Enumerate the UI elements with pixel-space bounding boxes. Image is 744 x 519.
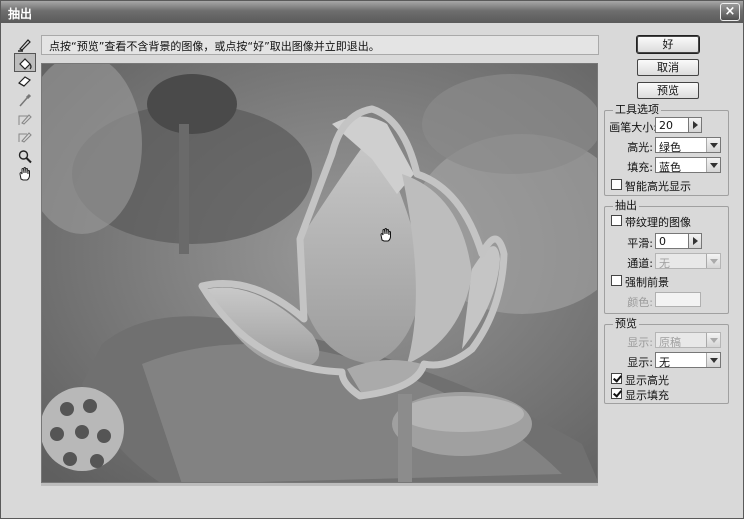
fill-label: 填充:	[627, 161, 653, 174]
show-value: 原稿	[659, 336, 681, 349]
lotus-image	[42, 64, 597, 482]
title-bar[interactable]: 抽出 ×	[1, 1, 743, 23]
highlight-select[interactable]: 绿色	[655, 137, 721, 154]
smooth-spin-button[interactable]	[688, 233, 702, 249]
show-select[interactable]: 原稿	[655, 332, 721, 349]
show-fill-label: 显示填充	[625, 389, 669, 402]
hand-icon	[19, 167, 30, 181]
hint-text: 点按“预览”查看不含背景的图像，或点按“好”取出图像并立即退出。	[41, 35, 599, 55]
extract-dialog: 抽出 × 点按“预览”查看不含背景的图像，或点按“好”取出图像并立即退出。 好 …	[0, 0, 744, 519]
force-foreground-checkbox[interactable]	[611, 275, 622, 286]
show-highlight-label: 显示高光	[625, 374, 669, 387]
close-button[interactable]: ×	[720, 3, 740, 21]
color-swatch[interactable]	[655, 292, 701, 307]
force-foreground-label: 强制前景	[625, 276, 669, 289]
chevron-down-icon	[706, 353, 720, 367]
chevron-down-icon	[706, 158, 720, 172]
display-label: 显示:	[627, 356, 653, 369]
window-title: 抽出	[8, 7, 33, 21]
show-fill-checkbox[interactable]	[611, 388, 622, 399]
smooth-label: 平滑:	[627, 237, 653, 250]
extraction-title: 抽出	[613, 199, 639, 212]
ok-button[interactable]: 好	[637, 36, 699, 53]
channel-value: 无	[659, 257, 670, 270]
smart-highlight-label: 智能高光显示	[625, 180, 691, 193]
eyedropper-tool[interactable]	[14, 91, 36, 110]
brush-size-input[interactable]: 20	[655, 117, 692, 133]
preview-group: 预览 显示: 原稿 显示: 无 显示高光 显示填充	[604, 318, 729, 404]
highlight-label: 高光:	[627, 141, 653, 154]
eraser-tool[interactable]	[14, 71, 36, 90]
preview-canvas[interactable]	[41, 63, 598, 483]
edge-highlighter-tool[interactable]	[14, 35, 36, 54]
smooth-input[interactable]: 0	[655, 233, 692, 249]
cleanup-tool-icon	[18, 114, 32, 125]
canvas-bottom-strip	[41, 483, 598, 486]
show-highlight-checkbox[interactable]	[611, 373, 622, 384]
fill-select[interactable]: 蓝色	[655, 157, 721, 174]
chevron-down-icon	[706, 138, 720, 152]
textured-image-label: 带纹理的图像	[625, 216, 691, 229]
channel-label: 通道:	[627, 257, 653, 270]
preview-button[interactable]: 预览	[637, 82, 699, 99]
eraser-icon	[18, 76, 31, 87]
chevron-down-icon	[706, 333, 720, 347]
preview-group-title: 预览	[613, 317, 639, 330]
edge-touchup-tool[interactable]	[14, 127, 36, 146]
chevron-down-icon	[706, 254, 720, 268]
hand-tool[interactable]	[14, 164, 36, 183]
fill-value: 蓝色	[659, 161, 681, 174]
channel-select[interactable]: 无	[655, 253, 721, 270]
highlight-value: 绿色	[659, 141, 681, 154]
edge-touchup-icon	[18, 132, 32, 143]
display-value: 无	[659, 356, 670, 369]
extraction-group: 抽出 带纹理的图像 平滑: 0 通道: 无 强制前景 颜色:	[604, 200, 729, 314]
fill-tool[interactable]	[14, 53, 36, 72]
edge-highlighter-icon	[18, 39, 31, 52]
zoom-icon	[18, 150, 32, 164]
cancel-button[interactable]: 取消	[637, 59, 699, 76]
fill-tool-icon	[19, 58, 32, 70]
tool-options-group: 工具选项 画笔大小: 20 高光: 绿色 填充: 蓝色 智能高光显示	[604, 104, 729, 196]
eyedropper-icon	[19, 93, 32, 107]
display-select[interactable]: 无	[655, 352, 721, 369]
color-label: 颜色:	[627, 296, 653, 309]
tool-options-title: 工具选项	[613, 103, 661, 116]
brush-size-label: 画笔大小:	[609, 121, 657, 134]
show-label: 显示:	[627, 336, 653, 349]
smart-highlight-checkbox[interactable]	[611, 179, 622, 190]
textured-image-checkbox[interactable]	[611, 215, 622, 226]
brush-size-spin-button[interactable]	[688, 117, 702, 133]
